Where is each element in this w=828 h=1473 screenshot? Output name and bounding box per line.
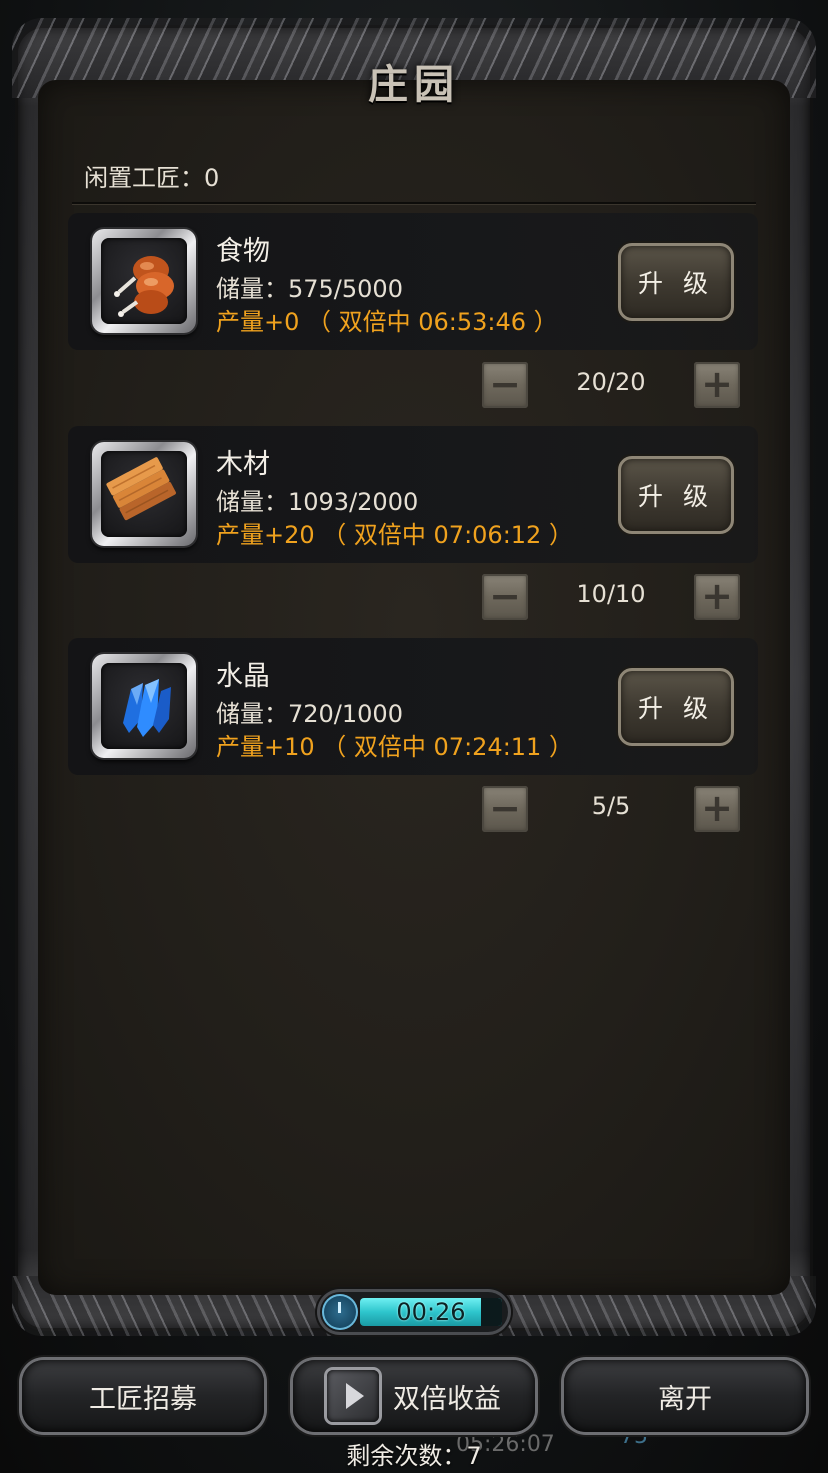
worker-stepper-crystal: − 5/5 + <box>482 786 740 832</box>
upgrade-button-crystal[interactable]: 升 级 <box>618 668 734 746</box>
recruit-label: 工匠招募 <box>89 1383 197 1415</box>
resource-name: 木材 <box>216 449 270 480</box>
resource-stock: 储量：575/5000 <box>216 275 403 303</box>
resource-production: 产量+20 （ 双倍中 07:06:12 ） <box>216 521 573 549</box>
divider <box>72 202 756 204</box>
worker-count: 20/20 <box>576 368 646 396</box>
increase-workers-button[interactable]: + <box>694 362 740 408</box>
double-income-timer: 00:26 <box>320 1292 508 1332</box>
resource-production: 产量+10 （ 双倍中 07:24:11 ） <box>216 733 573 761</box>
resource-name: 食物 <box>216 236 270 267</box>
resource-stock: 储量：1093/2000 <box>216 488 419 516</box>
resource-card-wood: 木材 储量：1093/2000 产量+20 （ 双倍中 07:06:12 ） 升… <box>68 426 758 563</box>
play-icon <box>327 1370 379 1422</box>
double-income-label: 双倍收益 <box>393 1383 501 1415</box>
resource-icon-frame <box>92 654 196 758</box>
resource-card-crystal: 水晶 储量：720/1000 产量+10 （ 双倍中 07:24:11 ） 升 … <box>68 638 758 775</box>
worker-stepper-food: − 20/20 + <box>482 362 740 408</box>
decrease-workers-button[interactable]: − <box>482 362 528 408</box>
resource-icon-frame <box>92 229 196 333</box>
blue-crystal-icon <box>101 663 187 749</box>
increase-workers-button[interactable]: + <box>694 574 740 620</box>
page-title: 庄园 <box>368 61 460 108</box>
leave-label: 离开 <box>658 1383 712 1415</box>
double-income-button[interactable]: 双倍收益 <box>293 1360 535 1432</box>
meat-drumstick-icon <box>101 238 187 324</box>
resource-icon-frame <box>92 442 196 546</box>
increase-workers-button[interactable]: + <box>694 786 740 832</box>
idle-workers-label: 闲置工匠：0 <box>84 164 220 192</box>
remaining-count: 剩余次数：7 <box>346 1442 482 1470</box>
clock-icon <box>322 1294 358 1330</box>
resource-stock: 储量：720/1000 <box>216 700 403 728</box>
worker-count: 5/5 <box>591 792 631 820</box>
resource-production: 产量+0 （ 双倍中 06:53:46 ） <box>216 308 558 336</box>
recruit-workers-button[interactable]: 工匠招募 <box>22 1360 264 1432</box>
leave-button[interactable]: 离开 <box>564 1360 806 1432</box>
worker-stepper-wood: − 10/10 + <box>482 574 740 620</box>
decrease-workers-button[interactable]: − <box>482 786 528 832</box>
upgrade-button-wood[interactable]: 升 级 <box>618 456 734 534</box>
decrease-workers-button[interactable]: − <box>482 574 528 620</box>
wood-planks-icon <box>101 451 187 537</box>
timer-text: 00:26 <box>396 1298 466 1326</box>
resource-card-food: 食物 储量：575/5000 产量+0 （ 双倍中 06:53:46 ） 升 级 <box>68 213 758 350</box>
worker-count: 10/10 <box>576 580 646 608</box>
upgrade-button-food[interactable]: 升 级 <box>618 243 734 321</box>
resource-name: 水晶 <box>216 661 270 692</box>
